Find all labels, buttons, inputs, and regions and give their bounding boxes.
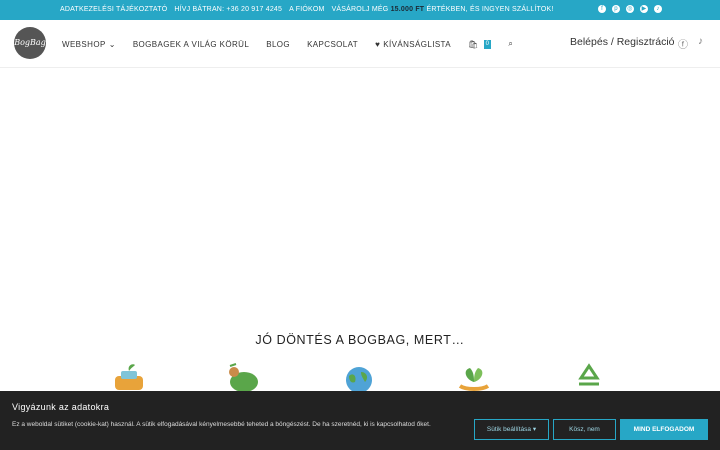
pinterest-icon[interactable]: p	[612, 5, 620, 13]
auth-separator: /	[610, 36, 614, 48]
search-icon[interactable]: ⌕	[508, 39, 513, 49]
cart-button[interactable]: 🛍 0	[468, 39, 492, 49]
globe-icon	[346, 367, 372, 392]
instagram-icon[interactable]: ◎	[626, 5, 634, 13]
section-headline: JÓ DÖNTÉS A BOGBAG, MERT…	[255, 333, 465, 347]
account-link[interactable]: A FIÓKOM	[289, 6, 324, 13]
cookie-settings-label: Sütik beállítása	[486, 426, 531, 433]
chevron-down-icon: ⌄	[108, 39, 116, 49]
phone-link[interactable]: HÍVJ BÁTRAN: +36 20 917 4245	[174, 6, 282, 13]
eco-car-icon	[115, 364, 143, 390]
menu-wishlist[interactable]: ♥ KÍVÁNSÁGLISTA	[375, 40, 451, 49]
cookie-title: Vigyázunk az adatokra	[12, 402, 110, 412]
cookie-decline-button[interactable]: Kösz, nem	[553, 419, 616, 440]
login-link[interactable]: Belépés	[570, 36, 608, 48]
earth-hand-icon	[229, 363, 258, 392]
auth-links: Belépés / Regisztráció	[570, 36, 675, 48]
cookie-banner: Vigyázunk az adatokra Ez a weboldal süti…	[0, 391, 720, 450]
tiktok-icon[interactable]: ♪	[698, 36, 703, 51]
logo[interactable]: BogBag	[14, 27, 46, 59]
recycle-icon	[578, 363, 600, 386]
cart-count: 0	[483, 39, 492, 49]
menu-kapcsolat[interactable]: KAPCSOLAT	[307, 40, 358, 49]
main-nav: BogBag WEBSHOP ⌄ BOGBAGEK A VILÁG KÖRÜL B…	[0, 20, 720, 68]
benefit-icons	[0, 362, 720, 392]
register-link[interactable]: Regisztráció	[617, 36, 675, 48]
promo-text: VÁSÁROLJ MÉG 15.000 FT ÉRTÉKBEN, ÉS INGY…	[331, 6, 554, 13]
promo-amount: 15.000 FT	[390, 6, 425, 13]
menu-blog[interactable]: BLOG	[266, 40, 290, 49]
cookie-settings-button[interactable]: Sütik beállítása ▾	[474, 419, 549, 440]
youtube-icon[interactable]: ▶	[640, 5, 648, 13]
privacy-link[interactable]: ADATKEZELÉSI TÁJÉKOZTATÓ	[60, 6, 167, 13]
facebook-icon[interactable]: ⓕ	[678, 36, 688, 51]
tiktok-icon[interactable]: ♪	[654, 5, 662, 13]
cookie-text: Ez a weboldal sütiket (cookie-kat) haszn…	[12, 421, 431, 428]
menu-bogbagek[interactable]: BOGBAGEK A VILÁG KÖRÜL	[133, 40, 249, 49]
cookie-accept-button[interactable]: MIND ELFOGADOM	[620, 419, 708, 440]
sprout-hands-icon	[458, 368, 490, 391]
menu-webshop[interactable]: WEBSHOP ⌄	[62, 40, 116, 49]
top-bar: ADATKEZELÉSI TÁJÉKOZTATÓ HÍVJ BÁTRAN: +3…	[0, 0, 720, 20]
facebook-icon[interactable]: f	[598, 5, 606, 13]
cart-icon: 🛍	[468, 39, 479, 49]
caret-down-icon: ▾	[532, 426, 537, 433]
heart-icon: ♥	[375, 39, 381, 49]
